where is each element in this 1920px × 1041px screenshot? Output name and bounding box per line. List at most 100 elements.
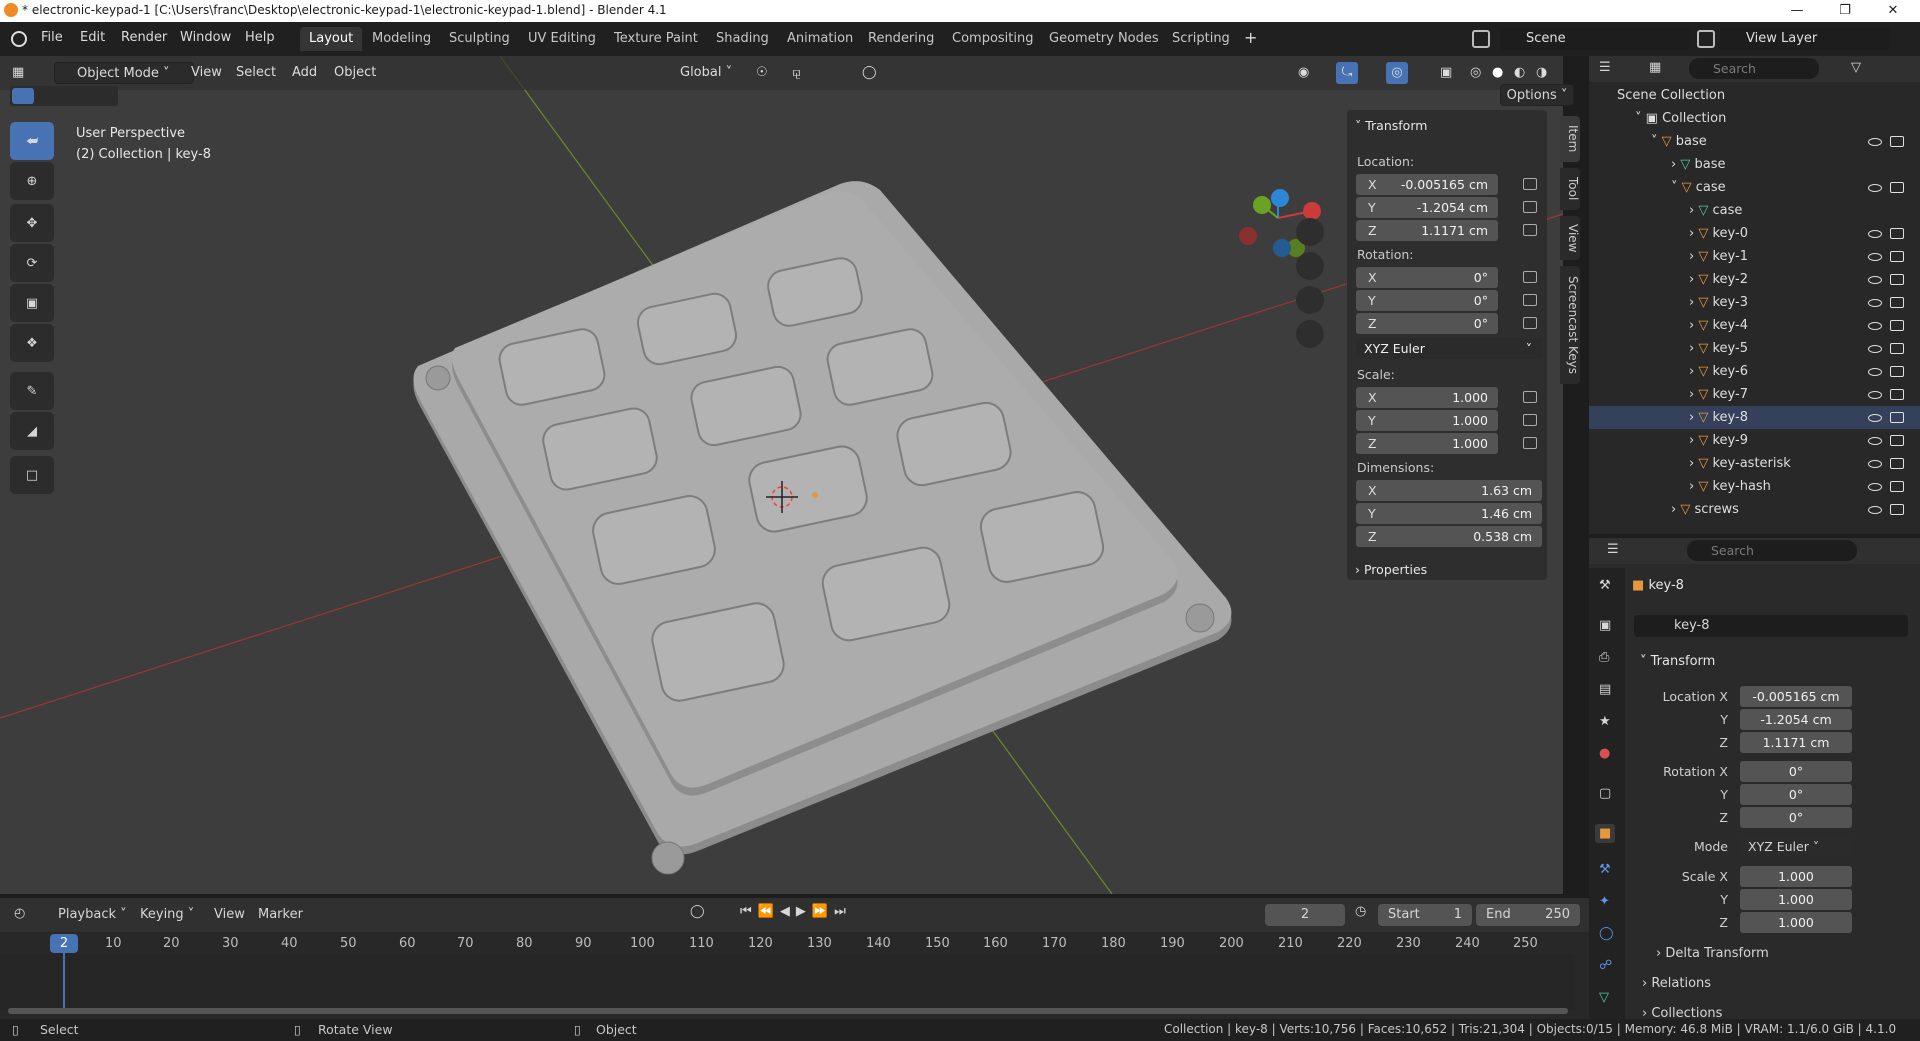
outliner-row[interactable]: › ▽ case: [1589, 199, 1920, 222]
lock-icon[interactable]: [1523, 317, 1537, 329]
sidebar-tab-item[interactable]: Item: [1560, 116, 1580, 162]
playback-controls[interactable]: ⏮⏪◀▶⏩⏭: [740, 904, 852, 919]
outliner-row[interactable]: › ▽ key-asterisk: [1589, 452, 1920, 475]
prop-rotation-y[interactable]: 0°: [1740, 784, 1852, 805]
rendered-shading-icon[interactable]: ◑: [1536, 62, 1547, 84]
scale-tool[interactable]: ▣: [10, 284, 54, 322]
outliner-row[interactable]: ˅ ▽ case: [1589, 176, 1920, 199]
object-name-field[interactable]: ■ key-8: [1632, 576, 1902, 596]
menu-edit[interactable]: Edit: [80, 30, 105, 45]
tab-scripting[interactable]: Scripting: [1163, 27, 1239, 51]
scene-tab-icon[interactable]: ★: [1599, 714, 1611, 729]
object-menu[interactable]: Object: [334, 62, 376, 84]
rotation-mode-dropdown[interactable]: XYZ Euler ˅: [1356, 338, 1542, 359]
select-menu[interactable]: Select: [236, 62, 276, 84]
tab-rendering[interactable]: Rendering: [859, 27, 943, 51]
add-workspace-icon[interactable]: +: [1244, 28, 1257, 47]
timeline-scrollbar[interactable]: [8, 1008, 1568, 1014]
add-menu[interactable]: Add: [292, 62, 317, 84]
prop-location-y[interactable]: -1.2054 cm: [1740, 709, 1852, 730]
select-mode-group[interactable]: [10, 86, 118, 106]
record-icon[interactable]: ◯: [690, 904, 705, 919]
data-tab-icon[interactable]: ▽: [1599, 990, 1609, 1005]
outliner-row[interactable]: › ▽ base: [1589, 153, 1920, 176]
menu-render[interactable]: Render: [121, 30, 167, 45]
scale-z-field[interactable]: Z 1.000: [1356, 433, 1498, 454]
pivot-icon[interactable]: ☉: [756, 62, 768, 84]
transform-tool[interactable]: ❖: [10, 324, 54, 362]
editor-type-icon[interactable]: ▦: [12, 62, 40, 84]
lock-icon[interactable]: [1523, 391, 1537, 403]
camera-view-icon[interactable]: [1296, 286, 1324, 314]
start-frame-field[interactable]: Start 1: [1378, 904, 1472, 926]
location-z-field[interactable]: Z 1.1171 cm: [1356, 220, 1498, 241]
prop-location-z[interactable]: 1.1171 cm: [1740, 732, 1852, 753]
gizmo-toggle-icon[interactable]: ⤿: [1336, 62, 1358, 84]
rotation-z-field[interactable]: Z 0°: [1356, 313, 1498, 334]
outliner-search[interactable]: Search: [1689, 58, 1819, 79]
tab-uv-editing[interactable]: UV Editing: [519, 27, 605, 51]
lock-icon[interactable]: [1523, 178, 1537, 190]
tab-compositing[interactable]: Compositing: [943, 27, 1043, 51]
view-menu[interactable]: View: [191, 62, 222, 84]
sidebar-tab-view[interactable]: View: [1560, 216, 1580, 260]
prop-scale-z[interactable]: 1.000: [1740, 912, 1852, 933]
view-menu-timeline[interactable]: View: [214, 907, 245, 922]
tab-geometry-nodes[interactable]: Geometry Nodes: [1040, 27, 1168, 51]
outliner-row-selected[interactable]: › ▽ key-8: [1589, 406, 1920, 429]
view-layer-tab-icon[interactable]: ▤: [1599, 682, 1611, 697]
add-cube-tool[interactable]: □: [10, 456, 54, 494]
output-tab-icon[interactable]: ⎙: [1599, 650, 1609, 665]
outliner-row[interactable]: › ▽ key-4: [1589, 314, 1920, 337]
outliner-row[interactable]: › ▽ key-6: [1589, 360, 1920, 383]
collection-tab-icon[interactable]: ▢: [1599, 786, 1611, 801]
outliner-row[interactable]: › ▽ screws: [1589, 498, 1920, 521]
snap-icon[interactable]: ⚼: [792, 62, 801, 84]
delta-transform-panel[interactable]: › Delta Transform: [1656, 946, 1769, 961]
maximize-button[interactable]: ❐: [1822, 0, 1868, 22]
prop-rotation-x[interactable]: 0°: [1740, 761, 1852, 782]
select-new-icon[interactable]: [12, 88, 34, 104]
menu-help[interactable]: Help: [245, 30, 275, 45]
perspective-grid-icon[interactable]: [1296, 320, 1324, 348]
dimension-y-field[interactable]: Y 1.46 cm: [1356, 503, 1542, 524]
tab-texture-paint[interactable]: Texture Paint: [605, 27, 707, 51]
end-frame-field[interactable]: End 250: [1476, 904, 1580, 926]
prop-rotation-mode[interactable]: XYZ Euler ˅: [1740, 836, 1852, 857]
solid-shading-icon[interactable]: ●: [1492, 62, 1503, 84]
tool-tab-icon[interactable]: ⚒: [1599, 578, 1611, 593]
properties-subpanel[interactable]: › Properties: [1355, 562, 1427, 577]
orientation-dropdown[interactable]: Global ˅: [656, 62, 748, 84]
object-data-field[interactable]: key-8: [1634, 615, 1908, 637]
lock-icon[interactable]: [1523, 414, 1537, 426]
outliner-row[interactable]: › ▽ key-7: [1589, 383, 1920, 406]
outliner-row[interactable]: › ▽ key-0: [1589, 222, 1920, 245]
scene-icon[interactable]: [1472, 30, 1490, 48]
menu-window[interactable]: Window: [180, 30, 231, 45]
view-layer-icon[interactable]: [1697, 30, 1715, 48]
outliner-scene-collection[interactable]: Scene Collection: [1589, 84, 1920, 107]
filter-icon[interactable]: ▽: [1851, 60, 1861, 75]
pan-hand-icon[interactable]: [1296, 252, 1324, 280]
3d-viewport[interactable]: User Perspective (2) Collection | key-8: [0, 56, 1563, 894]
playhead-frame-badge[interactable]: 2: [50, 934, 78, 953]
prop-location-x[interactable]: -0.005165 cm: [1740, 686, 1852, 707]
tab-sculpting[interactable]: Sculpting: [440, 27, 519, 51]
sidebar-tab-screencast-keys[interactable]: Screencast Keys: [1560, 266, 1580, 384]
proportional-edit-icon[interactable]: ◯: [862, 62, 877, 84]
outliner-row[interactable]: ˅ ▣ Collection: [1589, 107, 1920, 130]
constraints-tab-icon[interactable]: ☍: [1599, 958, 1612, 973]
move-tool[interactable]: ✥: [10, 204, 54, 242]
particles-tab-icon[interactable]: ✦: [1599, 894, 1610, 909]
options-dropdown[interactable]: Options ˅: [1500, 84, 1574, 106]
current-frame-field[interactable]: 2: [1265, 904, 1345, 926]
prop-scale-x[interactable]: 1.000: [1740, 866, 1852, 887]
tab-animation[interactable]: Animation: [778, 27, 862, 51]
select-box-tool[interactable]: ⮨: [10, 122, 54, 160]
overlay-toggle-icon[interactable]: ◎: [1386, 62, 1408, 84]
minimize-button[interactable]: —: [1774, 0, 1820, 22]
rotation-y-field[interactable]: Y 0°: [1356, 290, 1498, 311]
scale-x-field[interactable]: X 1.000: [1356, 387, 1498, 408]
cursor-tool[interactable]: ⊕: [10, 162, 54, 200]
prop-rotation-z[interactable]: 0°: [1740, 807, 1852, 828]
